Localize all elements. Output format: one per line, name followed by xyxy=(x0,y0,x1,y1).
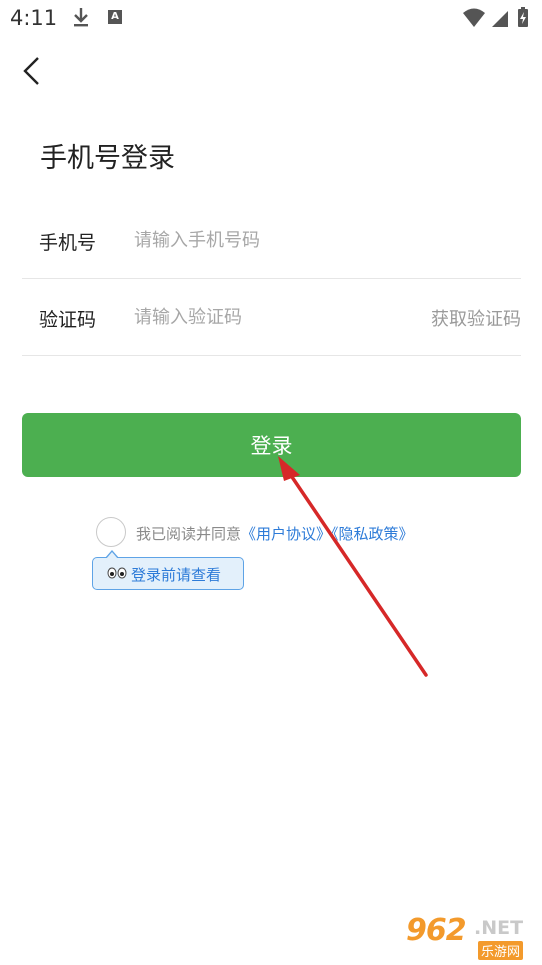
privacy-policy-link[interactable]: 《隐私政策》 xyxy=(331,525,414,543)
get-code-button[interactable]: 获取验证码 xyxy=(431,305,521,331)
phone-input[interactable] xyxy=(134,224,394,256)
user-agreement-link[interactable]: 《用户协议》 xyxy=(241,525,331,543)
agreement-text: 我已阅读并同意《用户协议》《隐私政策》 xyxy=(136,523,414,544)
download-icon xyxy=(74,8,88,27)
status-time: 4:11 xyxy=(10,6,58,30)
wifi-icon xyxy=(463,8,485,27)
page-title: 手机号登录 xyxy=(40,143,175,174)
agreement-prefix: 我已阅读并同意 xyxy=(136,525,242,543)
tooltip-text: 登录前请查看 xyxy=(131,566,222,584)
status-bar: 4:11 A xyxy=(0,0,542,36)
code-label: 验证码 xyxy=(39,309,97,331)
a-notification-icon: A xyxy=(108,10,122,24)
code-row: 验证码 获取验证码 xyxy=(22,279,521,356)
agreement-tooltip: 登录前请查看 xyxy=(92,550,244,590)
site-watermark: 962 .NET 乐游网 xyxy=(402,913,538,961)
eyes-icon xyxy=(107,567,127,579)
phone-row: 手机号 xyxy=(22,202,521,279)
watermark-site: 乐游网 xyxy=(478,941,524,960)
phone-label: 手机号 xyxy=(39,232,97,254)
status-right-icons xyxy=(463,7,528,27)
code-input[interactable] xyxy=(134,301,364,333)
login-button[interactable]: 登录 xyxy=(22,413,521,477)
watermark-suffix: .NET xyxy=(474,917,524,939)
chevron-left-icon xyxy=(23,57,39,85)
agreement-checkbox[interactable] xyxy=(96,517,126,547)
back-button[interactable] xyxy=(20,56,48,86)
watermark-number: 962 xyxy=(406,913,467,948)
signal-icon xyxy=(492,11,508,27)
